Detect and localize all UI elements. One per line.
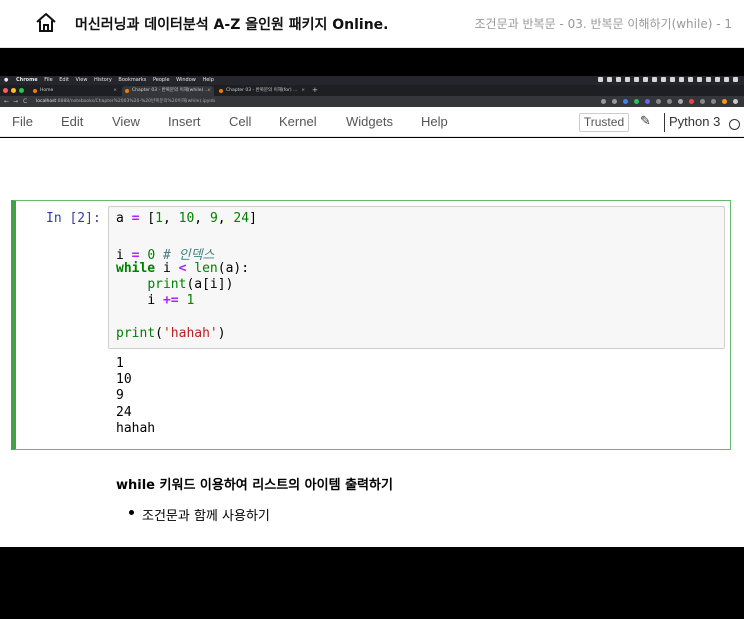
extension-icon[interactable]	[667, 99, 672, 104]
menu-edit[interactable]: Edit	[59, 76, 69, 85]
status-icon[interactable]	[607, 77, 612, 82]
browser-tab-active[interactable]: Chapter 03 - 반복문의 이해(while) ... ×	[122, 86, 214, 96]
status-icon[interactable]	[643, 77, 648, 82]
course-title: 머신러닝과 데이터분석 A-Z 올인원 패키지 Online.	[75, 17, 389, 33]
menu-app-name[interactable]: Chrome	[16, 76, 38, 85]
code-line: a = [1, 10, 9, 24]	[116, 211, 257, 226]
status-icon[interactable]	[598, 77, 603, 82]
avatar[interactable]	[722, 99, 727, 104]
extension-icon[interactable]	[678, 99, 683, 104]
tab-title: Chapter 03 - 반복문의 이해(for) ...	[226, 88, 298, 93]
code-line: print(a[i])	[147, 277, 234, 292]
mac-menubar: ● Chrome File Edit View History Bookmark…	[0, 76, 744, 85]
browser-tab[interactable]: Chapter 03 - 반복문의 이해(for) ... ×	[216, 86, 308, 96]
jupyter-menu-kernel[interactable]: Kernel	[279, 114, 317, 129]
markdown-heading: while 키워드 이용하여 리스트의 아이템 출력하기	[116, 478, 393, 493]
edit-mode-pencil-icon: ✎	[640, 114, 651, 129]
status-icon[interactable]	[724, 77, 729, 82]
status-icon[interactable]	[652, 77, 657, 82]
output-line: 1	[116, 356, 124, 371]
output-line: 24	[116, 405, 132, 420]
menu-status-icons	[594, 76, 738, 85]
status-icon[interactable]	[706, 77, 711, 82]
code-line: print('hahah')	[116, 326, 226, 341]
extension-icon[interactable]	[634, 99, 639, 104]
jupyter-menu-widgets[interactable]: Widgets	[346, 114, 393, 129]
tab-title: Home	[40, 88, 54, 93]
search-icon[interactable]	[601, 99, 606, 104]
output-line: 9	[116, 388, 124, 403]
jupyter-menu-file[interactable]: File	[12, 114, 33, 129]
url-host: localhost	[36, 99, 57, 104]
extension-icon[interactable]	[711, 99, 716, 104]
url-path: :8888/notebooks/Chapter%2003%20-%20반복문의%…	[56, 99, 216, 104]
status-icon[interactable]	[733, 77, 738, 82]
course-header: 머신러닝과 데이터분석 A-Z 올인원 패키지 Online. 조건문과 반복문…	[0, 0, 744, 48]
back-icon[interactable]: ←	[4, 96, 9, 107]
menu-bookmarks[interactable]: Bookmarks	[118, 76, 146, 85]
jupyter-menu-view[interactable]: View	[112, 114, 140, 129]
status-icon[interactable]	[625, 77, 630, 82]
url-field[interactable]: localhost:8888/notebooks/Chapter%2003%20…	[36, 96, 215, 107]
status-icon[interactable]	[697, 77, 702, 82]
extension-icon[interactable]	[689, 99, 694, 104]
extension-icon[interactable]	[700, 99, 705, 104]
reload-icon[interactable]: C	[23, 96, 27, 107]
more-icon[interactable]	[733, 99, 738, 104]
close-icon[interactable]: ×	[207, 86, 211, 96]
menu-file[interactable]: File	[44, 76, 52, 85]
home-icon[interactable]	[35, 12, 57, 34]
status-icon[interactable]	[715, 77, 720, 82]
status-icon[interactable]	[670, 77, 675, 82]
browser-tab-strip: Home × Chapter 03 - 반복문의 이해(while) ... ×…	[0, 85, 744, 96]
jupyter-menu-edit[interactable]: Edit	[61, 114, 83, 129]
jupyter-favicon-icon	[219, 89, 223, 93]
zoom-window-button[interactable]	[19, 88, 24, 93]
menu-view[interactable]: View	[76, 76, 88, 85]
markdown-bullet: 조건문과 함께 사용하기	[142, 509, 270, 524]
close-icon[interactable]: ×	[301, 86, 305, 96]
tab-title: Chapter 03 - 반복문의 이해(while) ...	[132, 88, 209, 93]
browser-address-bar: ← → C localhost:8888/notebooks/Chapter%2…	[0, 96, 744, 107]
extension-icon[interactable]	[645, 99, 650, 104]
new-tab-button[interactable]: +	[312, 85, 318, 96]
jupyter-menu-help[interactable]: Help	[421, 114, 448, 129]
star-icon[interactable]	[612, 99, 617, 104]
output-line: hahah	[116, 421, 156, 436]
status-icon[interactable]	[661, 77, 666, 82]
menu-people[interactable]: People	[153, 76, 170, 85]
jupyter-menu-cell[interactable]: Cell	[229, 114, 251, 129]
kernel-separator	[664, 113, 665, 132]
close-window-button[interactable]	[3, 88, 8, 93]
status-icon[interactable]	[634, 77, 639, 82]
jupyter-menubar: File Edit View Insert Cell Kernel Widget…	[0, 107, 744, 137]
forward-icon[interactable]: →	[13, 96, 18, 107]
browser-tab[interactable]: Home ×	[30, 86, 120, 96]
menu-help[interactable]: Help	[202, 76, 213, 85]
minimize-window-button[interactable]	[11, 88, 16, 93]
lecture-title: 조건문과 반복문 - 03. 반복문 이해하기(while) - 1	[474, 17, 732, 31]
jupyter-favicon-icon	[125, 89, 129, 93]
close-icon[interactable]: ×	[113, 86, 117, 96]
extension-icon[interactable]	[623, 99, 628, 104]
cell-prompt: In [2]:	[46, 211, 101, 226]
bullet-icon	[129, 510, 134, 515]
code-line: i += 1	[147, 293, 195, 308]
jupyter-menu-insert[interactable]: Insert	[168, 114, 201, 129]
status-icon[interactable]	[688, 77, 693, 82]
code-line: while i < len(a):	[116, 261, 250, 276]
apple-icon[interactable]: ●	[4, 76, 8, 85]
menu-history[interactable]: History	[94, 76, 112, 85]
extension-icon[interactable]	[656, 99, 661, 104]
trusted-indicator[interactable]: Trusted	[579, 113, 629, 132]
kernel-name[interactable]: Python 3	[669, 114, 720, 129]
status-icon[interactable]	[679, 77, 684, 82]
status-icon[interactable]	[616, 77, 621, 82]
kernel-status-icon	[729, 119, 740, 130]
menu-window[interactable]: Window	[176, 76, 196, 85]
output-line: 10	[116, 372, 132, 387]
jupyter-favicon-icon	[33, 89, 37, 93]
